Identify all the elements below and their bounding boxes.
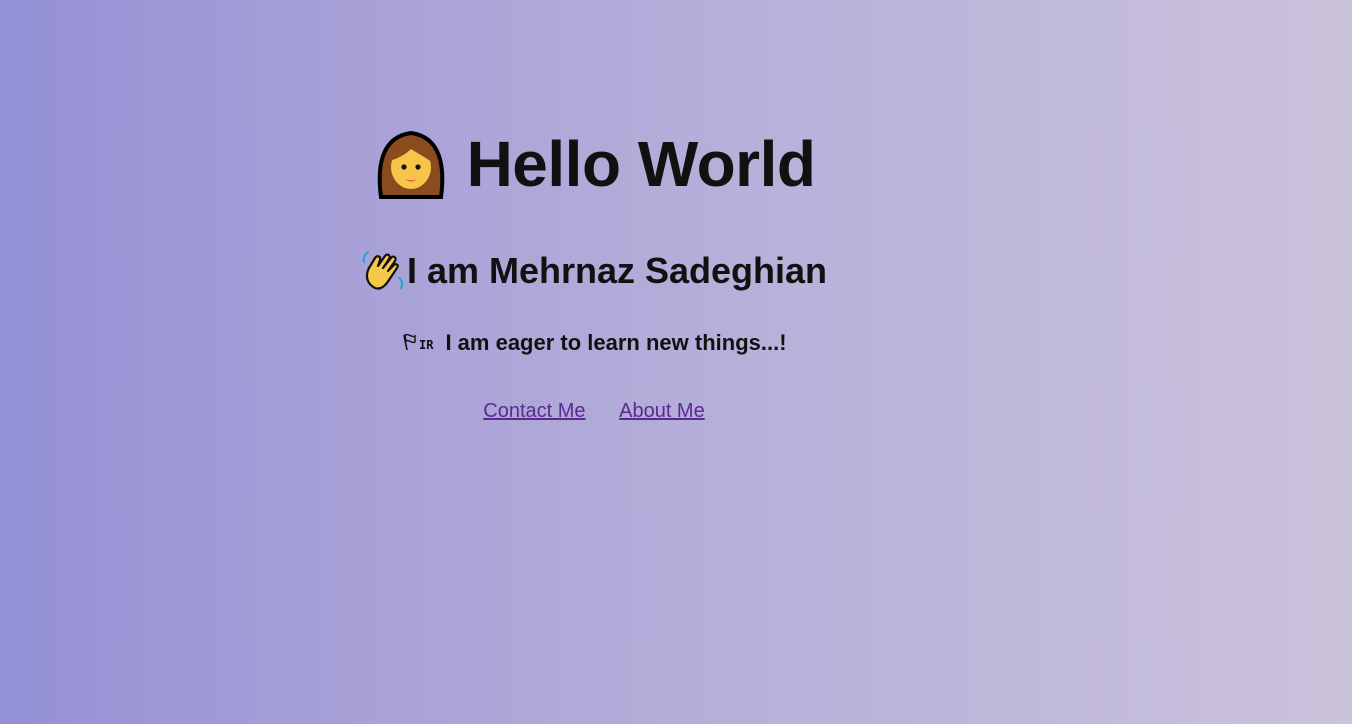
about-me-link[interactable]: About Me: [619, 400, 705, 422]
flag-iran-text: IR: [419, 338, 434, 352]
intro-text: I am Mehrnaz Sadeghian: [406, 250, 828, 291]
waving-hand-icon: [361, 248, 405, 292]
nav-links: Contact Me About Me: [0, 397, 1188, 425]
page-title: Hello World: [0, 124, 1188, 205]
flag-iran-icon: IR: [401, 331, 441, 353]
page-title-text: Hello World: [466, 128, 816, 200]
intro-heading: I am Mehrnaz Sadeghian: [0, 246, 1188, 296]
woman-icon: [373, 127, 449, 200]
tagline: IR I am eager to learn new things...!: [0, 327, 1188, 359]
tagline-text: I am eager to learn new things...!: [445, 330, 787, 355]
contact-me-link[interactable]: Contact Me: [483, 400, 585, 422]
page-content: Hello World I am Mehrnaz Sadeghian IR I …: [0, 0, 1188, 724]
